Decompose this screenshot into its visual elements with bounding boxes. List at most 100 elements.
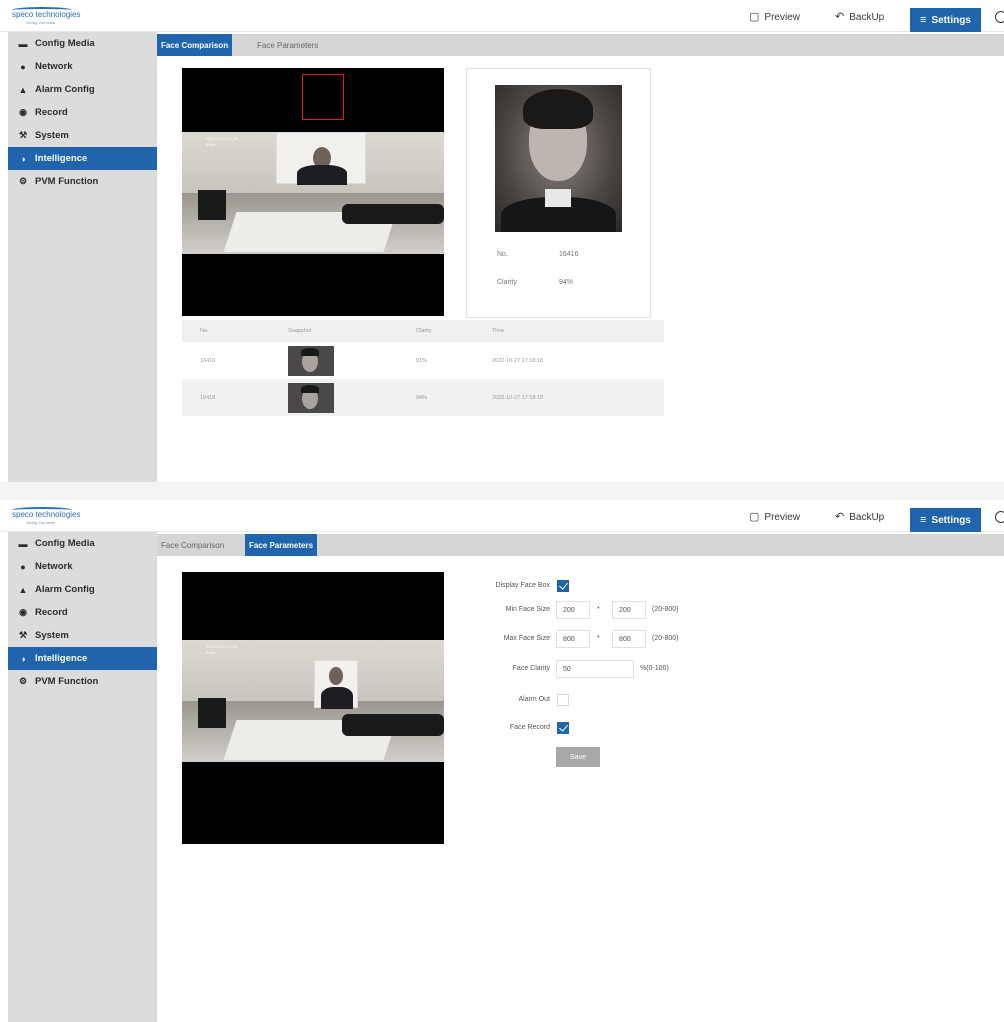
tab-face-parameters[interactable]: Face Parameters <box>253 34 322 56</box>
snapshot-thumbnail[interactable] <box>288 383 334 413</box>
tab-face-comparison[interactable]: Face Comparison <box>157 534 228 556</box>
sidebar-item-label: Alarm Config <box>35 84 95 95</box>
display-face-box-label: Display Face Box <box>495 582 550 589</box>
osd-fps: 25fps <box>206 650 216 655</box>
matched-face-photo <box>495 85 622 232</box>
preview-label: Preview <box>764 11 800 23</box>
portrait-photo <box>276 132 366 185</box>
display-face-box-checkbox[interactable] <box>557 580 569 592</box>
sidebar-item-config-media[interactable]: ▬ Config Media <box>8 532 157 555</box>
min-face-width-input[interactable]: 200 <box>556 601 590 619</box>
osd-timestamp: 2022-10-27 17:18 <box>206 644 238 649</box>
face-record-label: Face Record <box>509 724 550 731</box>
table-header: No. Snapshot Clarity Time <box>182 320 664 342</box>
face-clarity-range: %(0-100) <box>640 665 669 672</box>
row-time: 2022-10-27 17:18:18 <box>492 358 544 364</box>
sidebar-item-label: Record <box>35 107 68 118</box>
photo-collar <box>545 189 571 207</box>
max-face-height-input[interactable]: 800 <box>612 630 646 648</box>
settings-label: Settings <box>931 14 971 26</box>
sidebar-item-pvm-function[interactable]: ⚙ PVM Function <box>8 170 157 193</box>
portrait-suit <box>321 687 353 709</box>
scene-cabinet <box>198 698 226 728</box>
live-video[interactable]: 2022-10-27 17:18 25fps <box>182 572 444 844</box>
max-face-width-input[interactable]: 800 <box>556 630 590 648</box>
top-bar: speco technologies Giving You More ▢ Pre… <box>0 500 1004 532</box>
max-face-size-label: Max Face Size <box>503 635 550 642</box>
sidebar-item-config-media[interactable]: ▬ Config Media <box>8 32 157 55</box>
intelligence-icon: ◑ <box>20 653 26 664</box>
header-no: No. <box>200 328 209 334</box>
list-icon: ≡ <box>920 13 927 26</box>
logout-icon[interactable] <box>995 511 1004 523</box>
match-no-value: 16416 <box>559 251 579 258</box>
preview-button[interactable]: ▢ Preview <box>749 509 800 525</box>
table-row[interactable]: 16416 91% 2022-10-27 17:18:18 <box>182 342 664 379</box>
preview-button[interactable]: ▢ Preview <box>749 9 800 25</box>
backup-label: BackUp <box>849 511 885 523</box>
globe-icon: ● <box>20 61 26 72</box>
camera-scene: 2022-10-27 17:18 25fps <box>182 132 444 254</box>
sidebar-item-system[interactable]: ⚒ System <box>8 624 157 647</box>
backup-button[interactable]: ↶ BackUp <box>835 9 884 25</box>
save-button[interactable]: Save <box>556 747 600 767</box>
logout-icon[interactable] <box>995 11 1004 23</box>
snapshot-thumbnail[interactable] <box>288 346 334 376</box>
sidebar-item-intelligence[interactable]: ◑ Intelligence <box>8 647 157 670</box>
backup-button[interactable]: ↶ BackUp <box>835 509 884 525</box>
size-separator: * <box>597 635 600 642</box>
live-video[interactable]: 2022-10-27 17:18 25fps <box>182 68 444 316</box>
backup-label: BackUp <box>849 11 885 23</box>
sidebar-item-network[interactable]: ● Network <box>8 555 157 578</box>
sidebar-item-intelligence[interactable]: ◑ Intelligence <box>8 147 157 170</box>
row-clarity: 94% <box>416 395 428 401</box>
preview-label: Preview <box>764 511 800 523</box>
thumb-hair <box>301 348 319 356</box>
alarm-out-label: Alarm Out <box>518 696 550 703</box>
face-clarity-input[interactable]: 50 <box>556 660 634 678</box>
brand-logo[interactable]: speco technologies Giving You More <box>12 7 81 27</box>
sidebar-item-network[interactable]: ● Network <box>8 55 157 78</box>
monitor-icon: ▢ <box>749 10 760 23</box>
scene-device <box>342 204 444 224</box>
row-time: 2022-10-27 17:18:18 <box>492 395 544 401</box>
sidebar-item-system[interactable]: ⚒ System <box>8 124 157 147</box>
min-face-height-input[interactable]: 200 <box>612 601 646 619</box>
face-parameters-screen: speco technologies Giving You More ▢ Pre… <box>0 500 1004 1022</box>
header-clarity: Clarity <box>416 328 432 334</box>
scene-cabinet <box>198 190 226 220</box>
sidebar-item-alarm-config[interactable]: ▲ Alarm Config <box>8 578 157 601</box>
gear-icon: ⚙ <box>18 676 28 686</box>
wrench-icon: ⚒ <box>18 630 28 640</box>
sidebar-item-alarm-config[interactable]: ▲ Alarm Config <box>8 78 157 101</box>
tab-bar: Face Comparison Face Parameters <box>157 534 1004 556</box>
tab-face-comparison[interactable]: Face Comparison <box>157 34 233 56</box>
sidebar-item-record[interactable]: ◉ Record <box>8 601 157 624</box>
folder-icon: ▬ <box>18 538 28 549</box>
face-comparison-screen: speco technologies Giving You More ▢ Pre… <box>0 0 1004 482</box>
brand-name: speco technologies <box>12 510 81 519</box>
brand-logo[interactable]: speco technologies Giving You More <box>12 507 81 527</box>
thumb-hair <box>301 385 319 393</box>
settings-button[interactable]: ≡ Settings <box>910 8 981 32</box>
sidebar-item-label: PVM Function <box>35 676 99 687</box>
sidebar-item-pvm-function[interactable]: ⚙ PVM Function <box>8 670 157 693</box>
settings-button[interactable]: ≡ Settings <box>910 508 981 532</box>
sidebar-item-label: System <box>35 630 69 641</box>
match-clarity-value: 94% <box>559 279 574 286</box>
sidebar-item-label: Network <box>35 561 73 572</box>
max-face-range: (20-800) <box>652 635 679 642</box>
sidebar: ▬ Config Media ● Network ▲ Alarm Config ◉ Re… <box>8 32 157 482</box>
bell-icon: ▲ <box>18 84 28 95</box>
face-record-checkbox[interactable] <box>557 722 569 734</box>
alarm-out-checkbox[interactable] <box>557 694 569 706</box>
size-separator: * <box>597 606 600 613</box>
photo-hair <box>523 89 593 129</box>
snapshot-table: No. Snapshot Clarity Time 16416 91% 2022… <box>182 320 664 416</box>
sidebar-item-label: Config Media <box>35 538 95 549</box>
row-no: 16418 <box>200 395 216 401</box>
table-row[interactable]: 16418 94% 2022-10-27 17:18:18 <box>182 379 664 416</box>
tab-face-parameters[interactable]: Face Parameters <box>245 534 318 556</box>
sidebar-item-record[interactable]: ◉ Record <box>8 101 157 124</box>
tab-bar: Face Comparison Face Parameters <box>157 34 1004 56</box>
